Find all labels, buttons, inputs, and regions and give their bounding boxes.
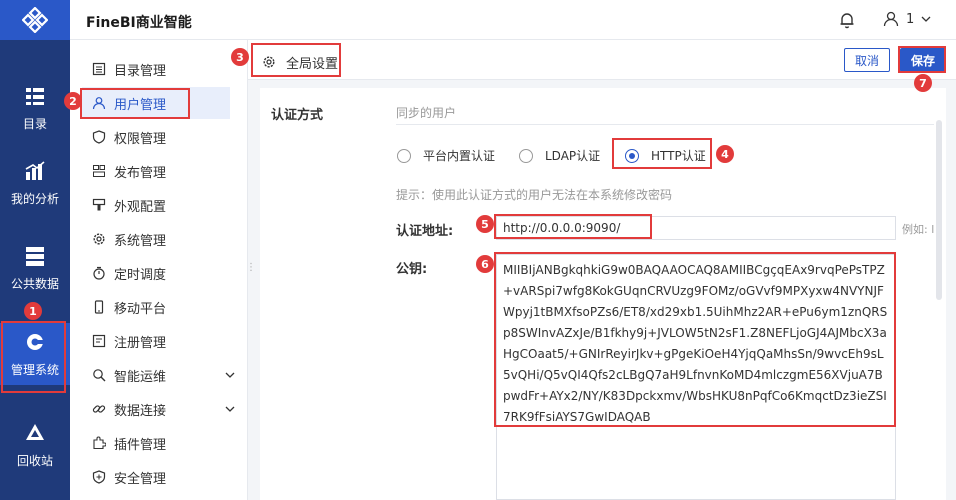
radio-label: LDAP认证 <box>545 149 601 163</box>
rail-item-label: 目录 <box>22 116 47 131</box>
sync-users-placeholder: 同步的用户 <box>396 106 457 120</box>
rail-item-label: 管理系统 <box>10 362 59 377</box>
chart-icon <box>25 160 45 180</box>
subnav-item-label: 目录管理 <box>114 63 167 79</box>
app-title: FineBI商业智能 <box>86 15 192 31</box>
annotation-badge: 5 <box>476 215 494 233</box>
rail-item-label: 回收站 <box>16 453 53 468</box>
radio-builtin-auth[interactable]: 平台内置认证 <box>397 147 495 164</box>
subnav-item-plugin[interactable]: 插件管理 <box>82 427 230 459</box>
rail-item-my-analysis[interactable]: 我的分析 <box>0 152 70 214</box>
annotation-badge: 4 <box>716 145 734 163</box>
user-menu[interactable]: 1 <box>882 10 932 28</box>
user-avatar-icon <box>883 11 899 27</box>
subnav-item-security[interactable]: 安全管理 <box>82 461 230 493</box>
bell-icon[interactable] <box>838 11 856 29</box>
mobile-icon <box>94 300 104 314</box>
radio-dot <box>625 148 639 163</box>
gear-icon <box>263 56 275 68</box>
auth-method-label: 认证方式 <box>271 108 324 123</box>
subnav-item-catalog-manage[interactable]: 目录管理 <box>82 53 230 85</box>
database-icon <box>26 246 44 266</box>
resize-handle[interactable]: ⋮ <box>246 262 256 276</box>
chevron-down-icon <box>921 16 931 22</box>
subnav-item-label: 移动平台 <box>114 301 167 317</box>
rail-item-label: 公共数据 <box>10 276 59 291</box>
manage-gear-icon <box>27 333 46 350</box>
rail-item-manage-system[interactable]: 管理系统 <box>0 323 70 385</box>
recycle-icon <box>26 423 44 440</box>
tab-label: 全局设置 <box>286 56 339 72</box>
subnav-item-label: 插件管理 <box>114 437 167 453</box>
subnav-item-label: 用户管理 <box>114 97 167 113</box>
save-button[interactable]: 保存 <box>900 48 946 72</box>
radio-label: HTTP认证 <box>651 149 706 163</box>
annotation-badge: 3 <box>231 48 249 66</box>
subnav-item-label: 数据连接 <box>114 403 167 419</box>
tab-global-settings[interactable]: 全局设置 <box>252 46 340 78</box>
cancel-button[interactable]: 取消 <box>844 48 890 72</box>
left-rail: 目录 我的分析 公共数据 管理系统 回收站 <box>0 0 70 500</box>
plugin-icon <box>93 436 106 450</box>
subnav-item-label: 权限管理 <box>114 131 167 147</box>
logo-icon <box>22 7 48 33</box>
radio-label: 平台内置认证 <box>423 149 496 163</box>
timer-icon <box>93 266 105 280</box>
list-icon <box>92 62 106 76</box>
shield-icon <box>92 130 106 144</box>
rail-item-recycle[interactable]: 回收站 <box>0 414 70 476</box>
url-example: 例如: l <box>902 223 935 236</box>
subnav-item-mobile[interactable]: 移动平台 <box>82 291 230 323</box>
subnav-item-label: 智能运维 <box>114 369 167 385</box>
subnav-item-ops[interactable]: 智能运维 <box>82 359 235 391</box>
publish-icon <box>93 165 105 177</box>
panel-scrollbar[interactable] <box>936 120 942 300</box>
rail-item-catalog[interactable]: 目录 <box>0 77 70 139</box>
annotation-badge: 6 <box>476 255 494 273</box>
subnav-item-publish[interactable]: 发布管理 <box>82 155 230 187</box>
radio-http-auth[interactable]: HTTP认证 <box>625 147 706 164</box>
subnav-item-schedule[interactable]: 定时调度 <box>82 257 230 289</box>
subnav-item-label: 外观配置 <box>114 199 167 215</box>
subnav-item-system[interactable]: 系统管理 <box>82 223 230 255</box>
auth-url-label: 认证地址: <box>396 224 454 239</box>
logo[interactable] <box>0 0 70 40</box>
radio-dot <box>519 148 533 163</box>
subnav-item-label: 系统管理 <box>114 233 167 249</box>
radio-dot <box>397 148 411 163</box>
subnav-item-label: 定时调度 <box>114 267 167 283</box>
secondary-nav: 目录管理 用户管理 权限管理 发布管理 外观配置 系统管理 定时调度 移动平台 … <box>70 40 248 500</box>
annotation-badge: 2 <box>64 92 82 110</box>
subnav-item-label: 发布管理 <box>114 165 167 181</box>
catalog-icon <box>26 87 44 105</box>
divider <box>396 124 934 125</box>
public-key-label: 公钥: <box>396 262 428 277</box>
auth-url-input[interactable]: http://0.0.0.0:9090/ <box>496 216 896 240</box>
chevron-down-icon <box>225 372 235 378</box>
subnav-item-appearance[interactable]: 外观配置 <box>82 189 230 221</box>
top-bar: FineBI商业智能 1 <box>70 0 956 40</box>
user-icon <box>92 97 106 110</box>
public-key-textarea[interactable]: MIIBIjANBgkqhkiG9w0BAQAAOCAQ8AMIIBCgçqEA… <box>496 254 896 500</box>
rail-item-label: 我的分析 <box>10 191 59 206</box>
subnav-item-label: 安全管理 <box>114 471 167 487</box>
subnav-item-permission[interactable]: 权限管理 <box>82 121 230 153</box>
annotation-badge: 7 <box>914 74 932 92</box>
annotation-badge: 1 <box>24 302 42 320</box>
register-icon <box>92 334 106 348</box>
ops-icon <box>93 369 106 382</box>
user-name: 1 <box>906 11 915 27</box>
subnav-item-user-manage[interactable]: 用户管理 <box>82 87 230 119</box>
security-icon <box>92 470 106 484</box>
chevron-down-icon <box>225 406 235 412</box>
radio-ldap-auth[interactable]: LDAP认证 <box>519 147 600 164</box>
brush-icon <box>92 198 106 211</box>
link-icon <box>92 405 106 413</box>
gear-icon <box>93 233 105 245</box>
subnav-item-label: 注册管理 <box>114 335 167 351</box>
hint-text: 提示：使用此认证方式的用户无法在本系统修改密码 <box>396 188 673 202</box>
subnav-item-data-connect[interactable]: 数据连接 <box>82 393 235 425</box>
subnav-item-register[interactable]: 注册管理 <box>82 325 230 357</box>
rail-item-public-data[interactable]: 公共数据 <box>0 237 70 299</box>
